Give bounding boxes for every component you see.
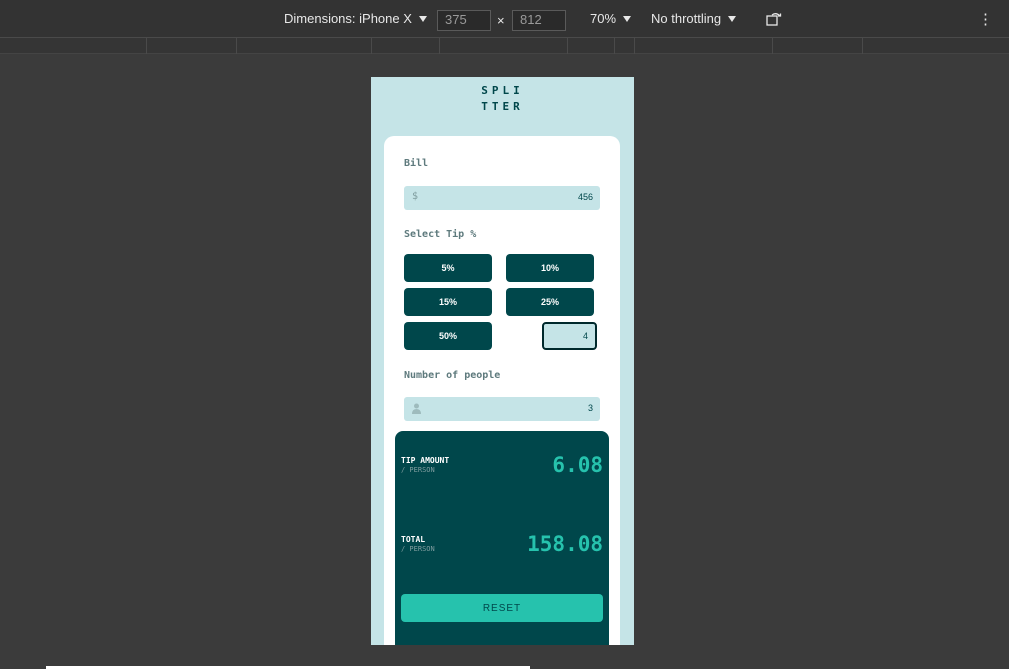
logo-line-2: TTER (481, 100, 524, 113)
throttling-label: No throttling (651, 11, 722, 26)
tip-button-50[interactable]: 50% (404, 322, 492, 350)
more-options-icon[interactable]: ⋮ (978, 10, 994, 28)
app-logo: SPLI TTER (371, 83, 634, 115)
people-input[interactable]: 3 (404, 397, 600, 421)
bill-input[interactable]: $ 456 (404, 186, 600, 210)
device-dropdown[interactable]: Dimensions: iPhone X (284, 11, 427, 26)
device-viewport: SPLI TTER Bill $ 456 Select Tip % 5% 10%… (371, 77, 634, 645)
total-label: TOTAL (401, 535, 426, 544)
total-sublabel: / PERSON (401, 545, 435, 553)
chevron-down-icon (728, 15, 737, 22)
tip-label: Select Tip % (404, 229, 477, 240)
people-label: Number of people (404, 370, 501, 381)
bill-value: 456 (577, 192, 593, 202)
custom-tip-input[interactable]: 4 (542, 322, 597, 350)
tip-amount-sublabel: / PERSON (401, 466, 435, 474)
people-value: 3 (587, 403, 593, 413)
tip-button-5[interactable]: 5% (404, 254, 492, 282)
tip-amount-value: 6.08 (552, 453, 603, 477)
reset-button[interactable]: RESET (401, 594, 603, 622)
height-input[interactable]: 812 (512, 10, 566, 31)
rotate-icon[interactable] (766, 12, 782, 26)
media-query-ruler (0, 38, 1009, 54)
device-label: Dimensions: iPhone X (284, 11, 412, 26)
tip-button-25[interactable]: 25% (506, 288, 594, 316)
times-label: × (497, 13, 505, 28)
custom-tip-value: 4 (582, 331, 588, 341)
width-input[interactable]: 375 (437, 10, 491, 31)
person-icon (412, 403, 421, 414)
zoom-label: 70% (590, 11, 617, 26)
zoom-dropdown[interactable]: 70% (590, 11, 632, 26)
tip-button-10[interactable]: 10% (506, 254, 594, 282)
bill-label: Bill (404, 158, 429, 169)
tip-button-15[interactable]: 15% (404, 288, 492, 316)
calculator-card: Bill $ 456 Select Tip % 5% 10% 15% 25% 5… (384, 136, 620, 645)
throttling-dropdown[interactable]: No throttling (651, 11, 737, 26)
devtools-toolbar: Dimensions: iPhone X 375 × 812 70% No th… (0, 0, 1009, 38)
result-panel: TIP AMOUNT / PERSON 6.08 TOTAL / PERSON … (395, 431, 609, 645)
chevron-down-icon (623, 15, 632, 22)
chevron-down-icon (418, 15, 427, 22)
logo-line-1: SPLI (481, 84, 524, 97)
dollar-icon: $ (412, 191, 419, 202)
tip-amount-label: TIP AMOUNT (401, 456, 450, 465)
total-value: 158.08 (527, 532, 603, 556)
